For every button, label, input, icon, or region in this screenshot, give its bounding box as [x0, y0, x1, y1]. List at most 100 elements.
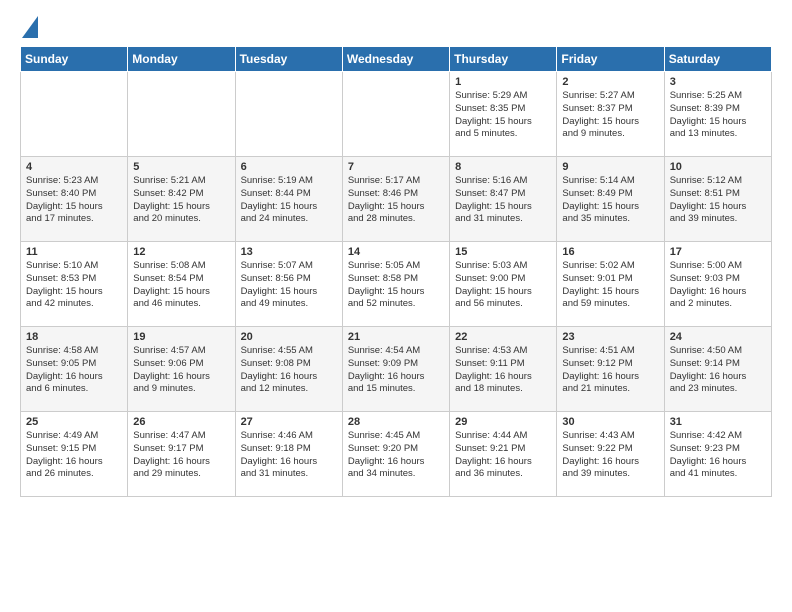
day-cell: 22 Sunrise: 4:53 AM Sunset: 9:11 PM Dayli…	[450, 327, 557, 412]
day-info: Sunrise: 5:23 AM Sunset: 8:40 PM Dayligh…	[26, 175, 122, 226]
week-row-3: 11 Sunrise: 5:10 AM Sunset: 8:53 PM Dayli…	[21, 242, 772, 327]
day-number: 7	[348, 161, 444, 173]
day-info: Sunrise: 4:44 AM Sunset: 9:21 PM Dayligh…	[455, 430, 551, 481]
day-info: Sunrise: 5:05 AM Sunset: 8:58 PM Dayligh…	[348, 260, 444, 311]
day-number: 6	[241, 161, 337, 173]
day-info: Sunrise: 4:50 AM Sunset: 9:14 PM Dayligh…	[670, 345, 766, 396]
day-info: Sunrise: 4:42 AM Sunset: 9:23 PM Dayligh…	[670, 430, 766, 481]
day-cell: 24Sunrise: 4:50 AM Sunset: 9:14 PM Dayli…	[664, 327, 771, 412]
day-cell: 20 Sunrise: 4:55 AM Sunset: 9:08 PM Dayli…	[235, 327, 342, 412]
day-info: Sunrise: 5:16 AM Sunset: 8:47 PM Dayligh…	[455, 175, 551, 226]
day-cell	[235, 72, 342, 157]
day-info: Sunrise: 4:55 AM Sunset: 9:08 PM Dayligh…	[241, 345, 337, 396]
day-number: 18	[26, 331, 122, 343]
day-info: Sunrise: 4:57 AM Sunset: 9:06 PM Dayligh…	[133, 345, 229, 396]
day-cell: 25 Sunrise: 4:49 AM Sunset: 9:15 PM Dayli…	[21, 412, 128, 497]
day-info: Sunrise: 5:08 AM Sunset: 8:54 PM Dayligh…	[133, 260, 229, 311]
day-info: Sunrise: 4:47 AM Sunset: 9:17 PM Dayligh…	[133, 430, 229, 481]
day-info: Sunrise: 5:14 AM Sunset: 8:49 PM Dayligh…	[562, 175, 658, 226]
day-number: 2	[562, 76, 658, 88]
day-cell: 23Sunrise: 4:51 AM Sunset: 9:12 PM Dayli…	[557, 327, 664, 412]
day-cell: 12 Sunrise: 5:08 AM Sunset: 8:54 PM Dayli…	[128, 242, 235, 327]
day-cell: 29Sunrise: 4:44 AM Sunset: 9:21 PM Dayli…	[450, 412, 557, 497]
day-number: 16	[562, 246, 658, 258]
day-cell: 18 Sunrise: 4:58 AM Sunset: 9:05 PM Dayli…	[21, 327, 128, 412]
day-number: 19	[133, 331, 229, 343]
day-number: 31	[670, 416, 766, 428]
day-info: Sunrise: 4:54 AM Sunset: 9:09 PM Dayligh…	[348, 345, 444, 396]
day-cell: 9 Sunrise: 5:14 AM Sunset: 8:49 PM Daylig…	[557, 157, 664, 242]
day-info: Sunrise: 4:45 AM Sunset: 9:20 PM Dayligh…	[348, 430, 444, 481]
day-cell: 26 Sunrise: 4:47 AM Sunset: 9:17 PM Dayli…	[128, 412, 235, 497]
col-header-saturday: Saturday	[664, 47, 771, 72]
day-cell	[128, 72, 235, 157]
day-info: Sunrise: 4:58 AM Sunset: 9:05 PM Dayligh…	[26, 345, 122, 396]
logo-icon	[22, 16, 38, 38]
col-header-sunday: Sunday	[21, 47, 128, 72]
day-cell: 19 Sunrise: 4:57 AM Sunset: 9:06 PM Dayli…	[128, 327, 235, 412]
day-number: 9	[562, 161, 658, 173]
day-cell: 7Sunrise: 5:17 AM Sunset: 8:46 PM Daylig…	[342, 157, 449, 242]
day-info: Sunrise: 5:02 AM Sunset: 9:01 PM Dayligh…	[562, 260, 658, 311]
day-cell: 10 Sunrise: 5:12 AM Sunset: 8:51 PM Dayli…	[664, 157, 771, 242]
day-cell: 28 Sunrise: 4:45 AM Sunset: 9:20 PM Dayli…	[342, 412, 449, 497]
day-info: Sunrise: 5:12 AM Sunset: 8:51 PM Dayligh…	[670, 175, 766, 226]
day-number: 1	[455, 76, 551, 88]
day-number: 5	[133, 161, 229, 173]
col-header-tuesday: Tuesday	[235, 47, 342, 72]
calendar-table: SundayMondayTuesdayWednesdayThursdayFrid…	[20, 46, 772, 497]
day-number: 22	[455, 331, 551, 343]
col-header-wednesday: Wednesday	[342, 47, 449, 72]
col-header-thursday: Thursday	[450, 47, 557, 72]
day-number: 27	[241, 416, 337, 428]
week-row-2: 4Sunrise: 5:23 AM Sunset: 8:40 PM Daylig…	[21, 157, 772, 242]
page: SundayMondayTuesdayWednesdayThursdayFrid…	[0, 0, 792, 612]
day-cell: 30Sunrise: 4:43 AM Sunset: 9:22 PM Dayli…	[557, 412, 664, 497]
day-number: 15	[455, 246, 551, 258]
day-cell: 2 Sunrise: 5:27 AM Sunset: 8:37 PM Daylig…	[557, 72, 664, 157]
day-number: 21	[348, 331, 444, 343]
day-cell: 27 Sunrise: 4:46 AM Sunset: 9:18 PM Dayli…	[235, 412, 342, 497]
day-info: Sunrise: 5:25 AM Sunset: 8:39 PM Dayligh…	[670, 90, 766, 141]
day-info: Sunrise: 4:53 AM Sunset: 9:11 PM Dayligh…	[455, 345, 551, 396]
col-header-friday: Friday	[557, 47, 664, 72]
day-cell: 3 Sunrise: 5:25 AM Sunset: 8:39 PM Daylig…	[664, 72, 771, 157]
day-cell: 14 Sunrise: 5:05 AM Sunset: 8:58 PM Dayli…	[342, 242, 449, 327]
day-info: Sunrise: 4:49 AM Sunset: 9:15 PM Dayligh…	[26, 430, 122, 481]
day-info: Sunrise: 5:21 AM Sunset: 8:42 PM Dayligh…	[133, 175, 229, 226]
day-cell: 31 Sunrise: 4:42 AM Sunset: 9:23 PM Dayli…	[664, 412, 771, 497]
week-row-5: 25 Sunrise: 4:49 AM Sunset: 9:15 PM Dayli…	[21, 412, 772, 497]
day-cell: 6 Sunrise: 5:19 AM Sunset: 8:44 PM Daylig…	[235, 157, 342, 242]
day-number: 11	[26, 246, 122, 258]
day-number: 26	[133, 416, 229, 428]
day-number: 10	[670, 161, 766, 173]
day-cell: 1Sunrise: 5:29 AM Sunset: 8:35 PM Daylig…	[450, 72, 557, 157]
day-number: 25	[26, 416, 122, 428]
day-cell	[21, 72, 128, 157]
day-cell: 8 Sunrise: 5:16 AM Sunset: 8:47 PM Daylig…	[450, 157, 557, 242]
day-number: 8	[455, 161, 551, 173]
day-cell	[342, 72, 449, 157]
week-row-1: 1Sunrise: 5:29 AM Sunset: 8:35 PM Daylig…	[21, 72, 772, 157]
day-number: 20	[241, 331, 337, 343]
day-info: Sunrise: 5:07 AM Sunset: 8:56 PM Dayligh…	[241, 260, 337, 311]
day-cell: 4Sunrise: 5:23 AM Sunset: 8:40 PM Daylig…	[21, 157, 128, 242]
day-number: 14	[348, 246, 444, 258]
day-cell: 21 Sunrise: 4:54 AM Sunset: 9:09 PM Dayli…	[342, 327, 449, 412]
day-cell: 17 Sunrise: 5:00 AM Sunset: 9:03 PM Dayli…	[664, 242, 771, 327]
day-info: Sunrise: 5:10 AM Sunset: 8:53 PM Dayligh…	[26, 260, 122, 311]
day-number: 28	[348, 416, 444, 428]
day-cell: 16 Sunrise: 5:02 AM Sunset: 9:01 PM Dayli…	[557, 242, 664, 327]
day-cell: 13Sunrise: 5:07 AM Sunset: 8:56 PM Dayli…	[235, 242, 342, 327]
day-info: Sunrise: 5:27 AM Sunset: 8:37 PM Dayligh…	[562, 90, 658, 141]
day-number: 3	[670, 76, 766, 88]
day-info: Sunrise: 4:46 AM Sunset: 9:18 PM Dayligh…	[241, 430, 337, 481]
day-number: 30	[562, 416, 658, 428]
day-number: 23	[562, 331, 658, 343]
day-info: Sunrise: 5:00 AM Sunset: 9:03 PM Dayligh…	[670, 260, 766, 311]
logo	[20, 16, 38, 38]
day-info: Sunrise: 5:19 AM Sunset: 8:44 PM Dayligh…	[241, 175, 337, 226]
day-info: Sunrise: 5:03 AM Sunset: 9:00 PM Dayligh…	[455, 260, 551, 311]
day-number: 17	[670, 246, 766, 258]
day-number: 12	[133, 246, 229, 258]
